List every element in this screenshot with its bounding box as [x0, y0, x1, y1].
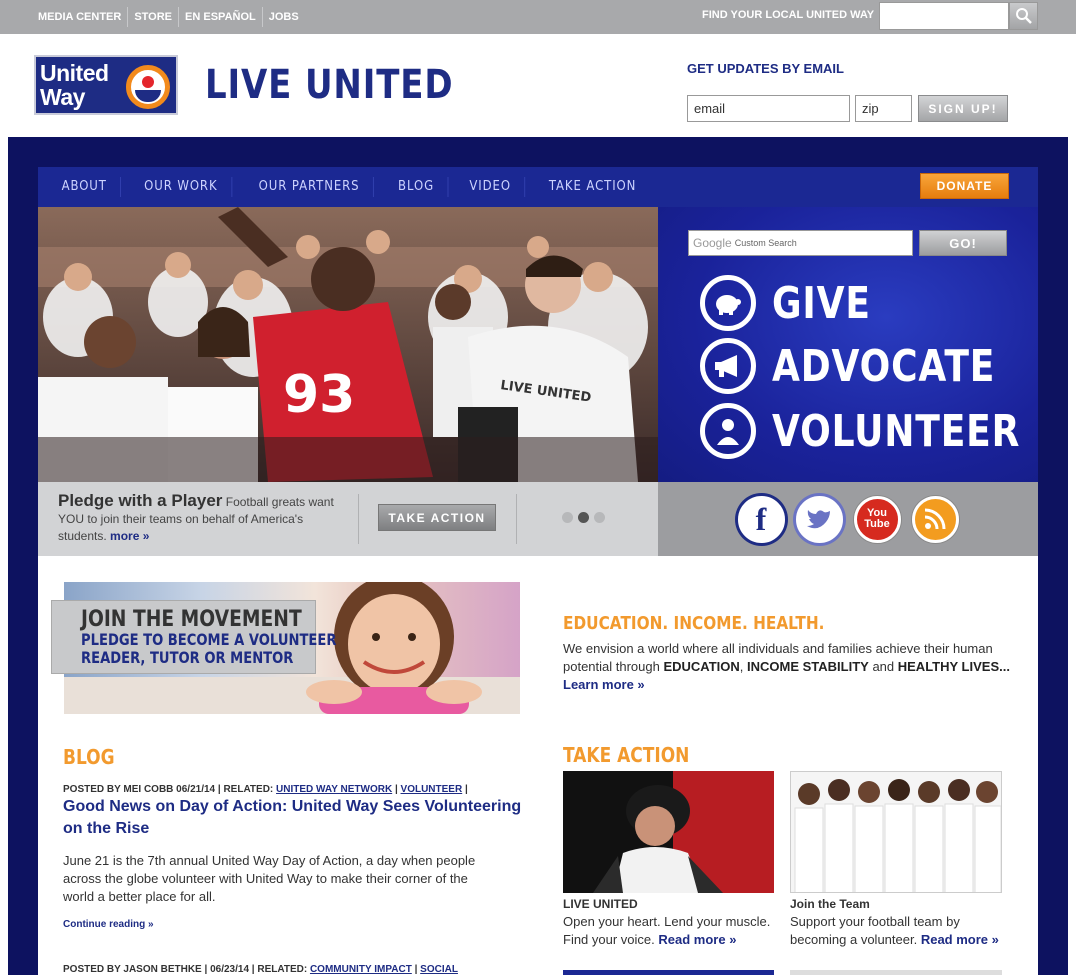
advocate-label: ADVOCATE	[772, 340, 996, 392]
bottom-thumbnail-2[interactable]	[790, 970, 1002, 975]
nav-blog[interactable]: BLOG	[384, 177, 449, 197]
join-movement-box[interactable]: JOIN THE MOVEMENT PLEDGE TO BECOME A VOL…	[51, 600, 337, 674]
united-way-logo[interactable]: United Way	[34, 55, 178, 115]
give-label: GIVE	[772, 277, 871, 329]
logo-emblem-icon	[126, 65, 170, 109]
youtube-icon[interactable]: You Tube	[853, 495, 901, 543]
tag-community-impact[interactable]: COMMUNITY IMPACT	[310, 964, 412, 975]
tag-volunteer[interactable]: VOLUNTEER	[401, 784, 463, 795]
store-link[interactable]: STORE	[128, 7, 180, 27]
media-center-link[interactable]: MEDIA CENTER	[32, 7, 129, 27]
en-espanol-link[interactable]: EN ESPAÑOL	[179, 7, 263, 27]
slide-indicators	[562, 512, 605, 523]
slide-dot-1[interactable]	[562, 512, 573, 523]
post1-title[interactable]: Good News on Day of Action: United Way S…	[63, 796, 523, 840]
post1-body: June 21 is the 7th annual United Way Day…	[63, 853, 476, 904]
twitter-icon[interactable]	[795, 495, 843, 543]
bottom-thumbnail-1[interactable]	[563, 970, 774, 975]
blog-section-title: BLOG	[63, 745, 115, 769]
join-title: JOIN THE MOVEMENT	[81, 607, 302, 632]
zip-field[interactable]	[855, 95, 912, 122]
slide-dot-3[interactable]	[594, 512, 605, 523]
take-action-item-1: LIVE UNITED Open your heart. Lend your m…	[563, 895, 778, 949]
crowd-illustration: 93 LIVE UNITED	[38, 207, 658, 482]
live-united-tagline: LIVE UNITED	[205, 62, 454, 108]
pledge-more-link[interactable]: more »	[110, 529, 149, 543]
eih-title: EDUCATION. INCOME. HEALTH.	[563, 613, 825, 634]
take-action-item-2-read-more[interactable]: Read more »	[921, 932, 999, 947]
pledge-strip: Pledge with a Player Football greats wan…	[38, 482, 658, 556]
logo-text-united: United	[40, 60, 109, 86]
advocate-action[interactable]: ADVOCATE	[700, 337, 1044, 395]
join-line2: READER, TUTOR OR MENTOR	[81, 648, 294, 667]
eih-body: We envision a world where all individual…	[563, 641, 1010, 692]
take-action-item-1-read-more[interactable]: Read more »	[658, 932, 736, 947]
volunteer-label: VOLUNTEER	[772, 405, 1021, 457]
post1-meta: POSTED BY MEI COBB 06/21/14 | RELATED: U…	[63, 784, 468, 795]
facebook-icon[interactable]: f	[737, 495, 785, 543]
google-custom-search-input[interactable]: Google Custom Search	[688, 230, 913, 256]
custom-search-placeholder: Custom Search	[734, 238, 797, 248]
find-search-button[interactable]	[1009, 2, 1038, 30]
find-local-input[interactable]	[879, 2, 1009, 30]
take-action-item-1-caption: LIVE UNITED	[563, 897, 638, 911]
utility-links: MEDIA CENTER STORE EN ESPAÑOL JOBS	[32, 0, 305, 34]
join-line1: PLEDGE TO BECOME A VOLUNTEER	[81, 630, 337, 649]
pledge-text: Pledge with a Player Football greats wan…	[58, 492, 348, 545]
jersey-number: 93	[283, 365, 355, 425]
donate-button[interactable]: DONATE	[920, 173, 1009, 199]
learn-more-link[interactable]: Learn more »	[563, 677, 645, 692]
tag-social[interactable]: SOCIAL	[420, 964, 458, 975]
take-action-section-title: TAKE ACTION	[563, 743, 690, 767]
nav-about[interactable]: ABOUT	[48, 177, 122, 197]
main-nav: ABOUT OUR WORK OUR PARTNERS BLOG VIDEO T…	[38, 167, 1038, 207]
hero-photo[interactable]: 93 LIVE UNITED	[38, 207, 658, 482]
nav-our-work[interactable]: OUR WORK	[131, 177, 233, 197]
continue-reading-link[interactable]: Continue reading »	[63, 919, 154, 930]
give-action[interactable]: GIVE	[700, 274, 893, 332]
go-button[interactable]: GO!	[919, 230, 1007, 256]
find-local-label: FIND YOUR LOCAL UNITED WAY	[702, 9, 875, 21]
volunteer-action[interactable]: VOLUNTEER	[700, 402, 1075, 460]
social-bar: f You Tube	[658, 482, 1038, 556]
sign-up-button[interactable]: SIGN UP!	[918, 95, 1008, 122]
megaphone-icon	[700, 338, 756, 394]
google-brand: Google	[693, 236, 732, 250]
slide-dot-2[interactable]	[578, 512, 589, 523]
pledge-title: Pledge with a Player	[58, 491, 223, 510]
volunteer-person-icon	[700, 403, 756, 459]
search-icon	[1015, 8, 1032, 24]
nav-video[interactable]: VIDEO	[456, 177, 526, 197]
nav-take-action[interactable]: TAKE ACTION	[535, 177, 649, 197]
nav-our-partners[interactable]: OUR PARTNERS	[245, 177, 374, 197]
pledge-take-action-button[interactable]: TAKE ACTION	[378, 504, 496, 531]
top-utility-bar: MEDIA CENTER STORE EN ESPAÑOL JOBS FIND …	[0, 0, 1076, 34]
firefighter-photo[interactable]	[563, 771, 774, 893]
email-field[interactable]	[687, 95, 850, 122]
rss-icon[interactable]	[911, 495, 959, 543]
take-action-item-2: Join the Team Support your football team…	[790, 895, 1005, 949]
jobs-link[interactable]: JOBS	[263, 7, 305, 27]
email-updates-title: GET UPDATES BY EMAIL	[687, 61, 844, 76]
football-team-photo[interactable]	[790, 771, 1002, 893]
post2-meta: POSTED BY JASON BETHKE | 06/23/14 | RELA…	[63, 964, 458, 975]
take-action-item-2-caption: Join the Team	[790, 897, 870, 911]
piggy-bank-icon	[700, 275, 756, 331]
tag-united-way-network[interactable]: UNITED WAY NETWORK	[276, 784, 392, 795]
logo-text-way: Way	[40, 84, 85, 110]
